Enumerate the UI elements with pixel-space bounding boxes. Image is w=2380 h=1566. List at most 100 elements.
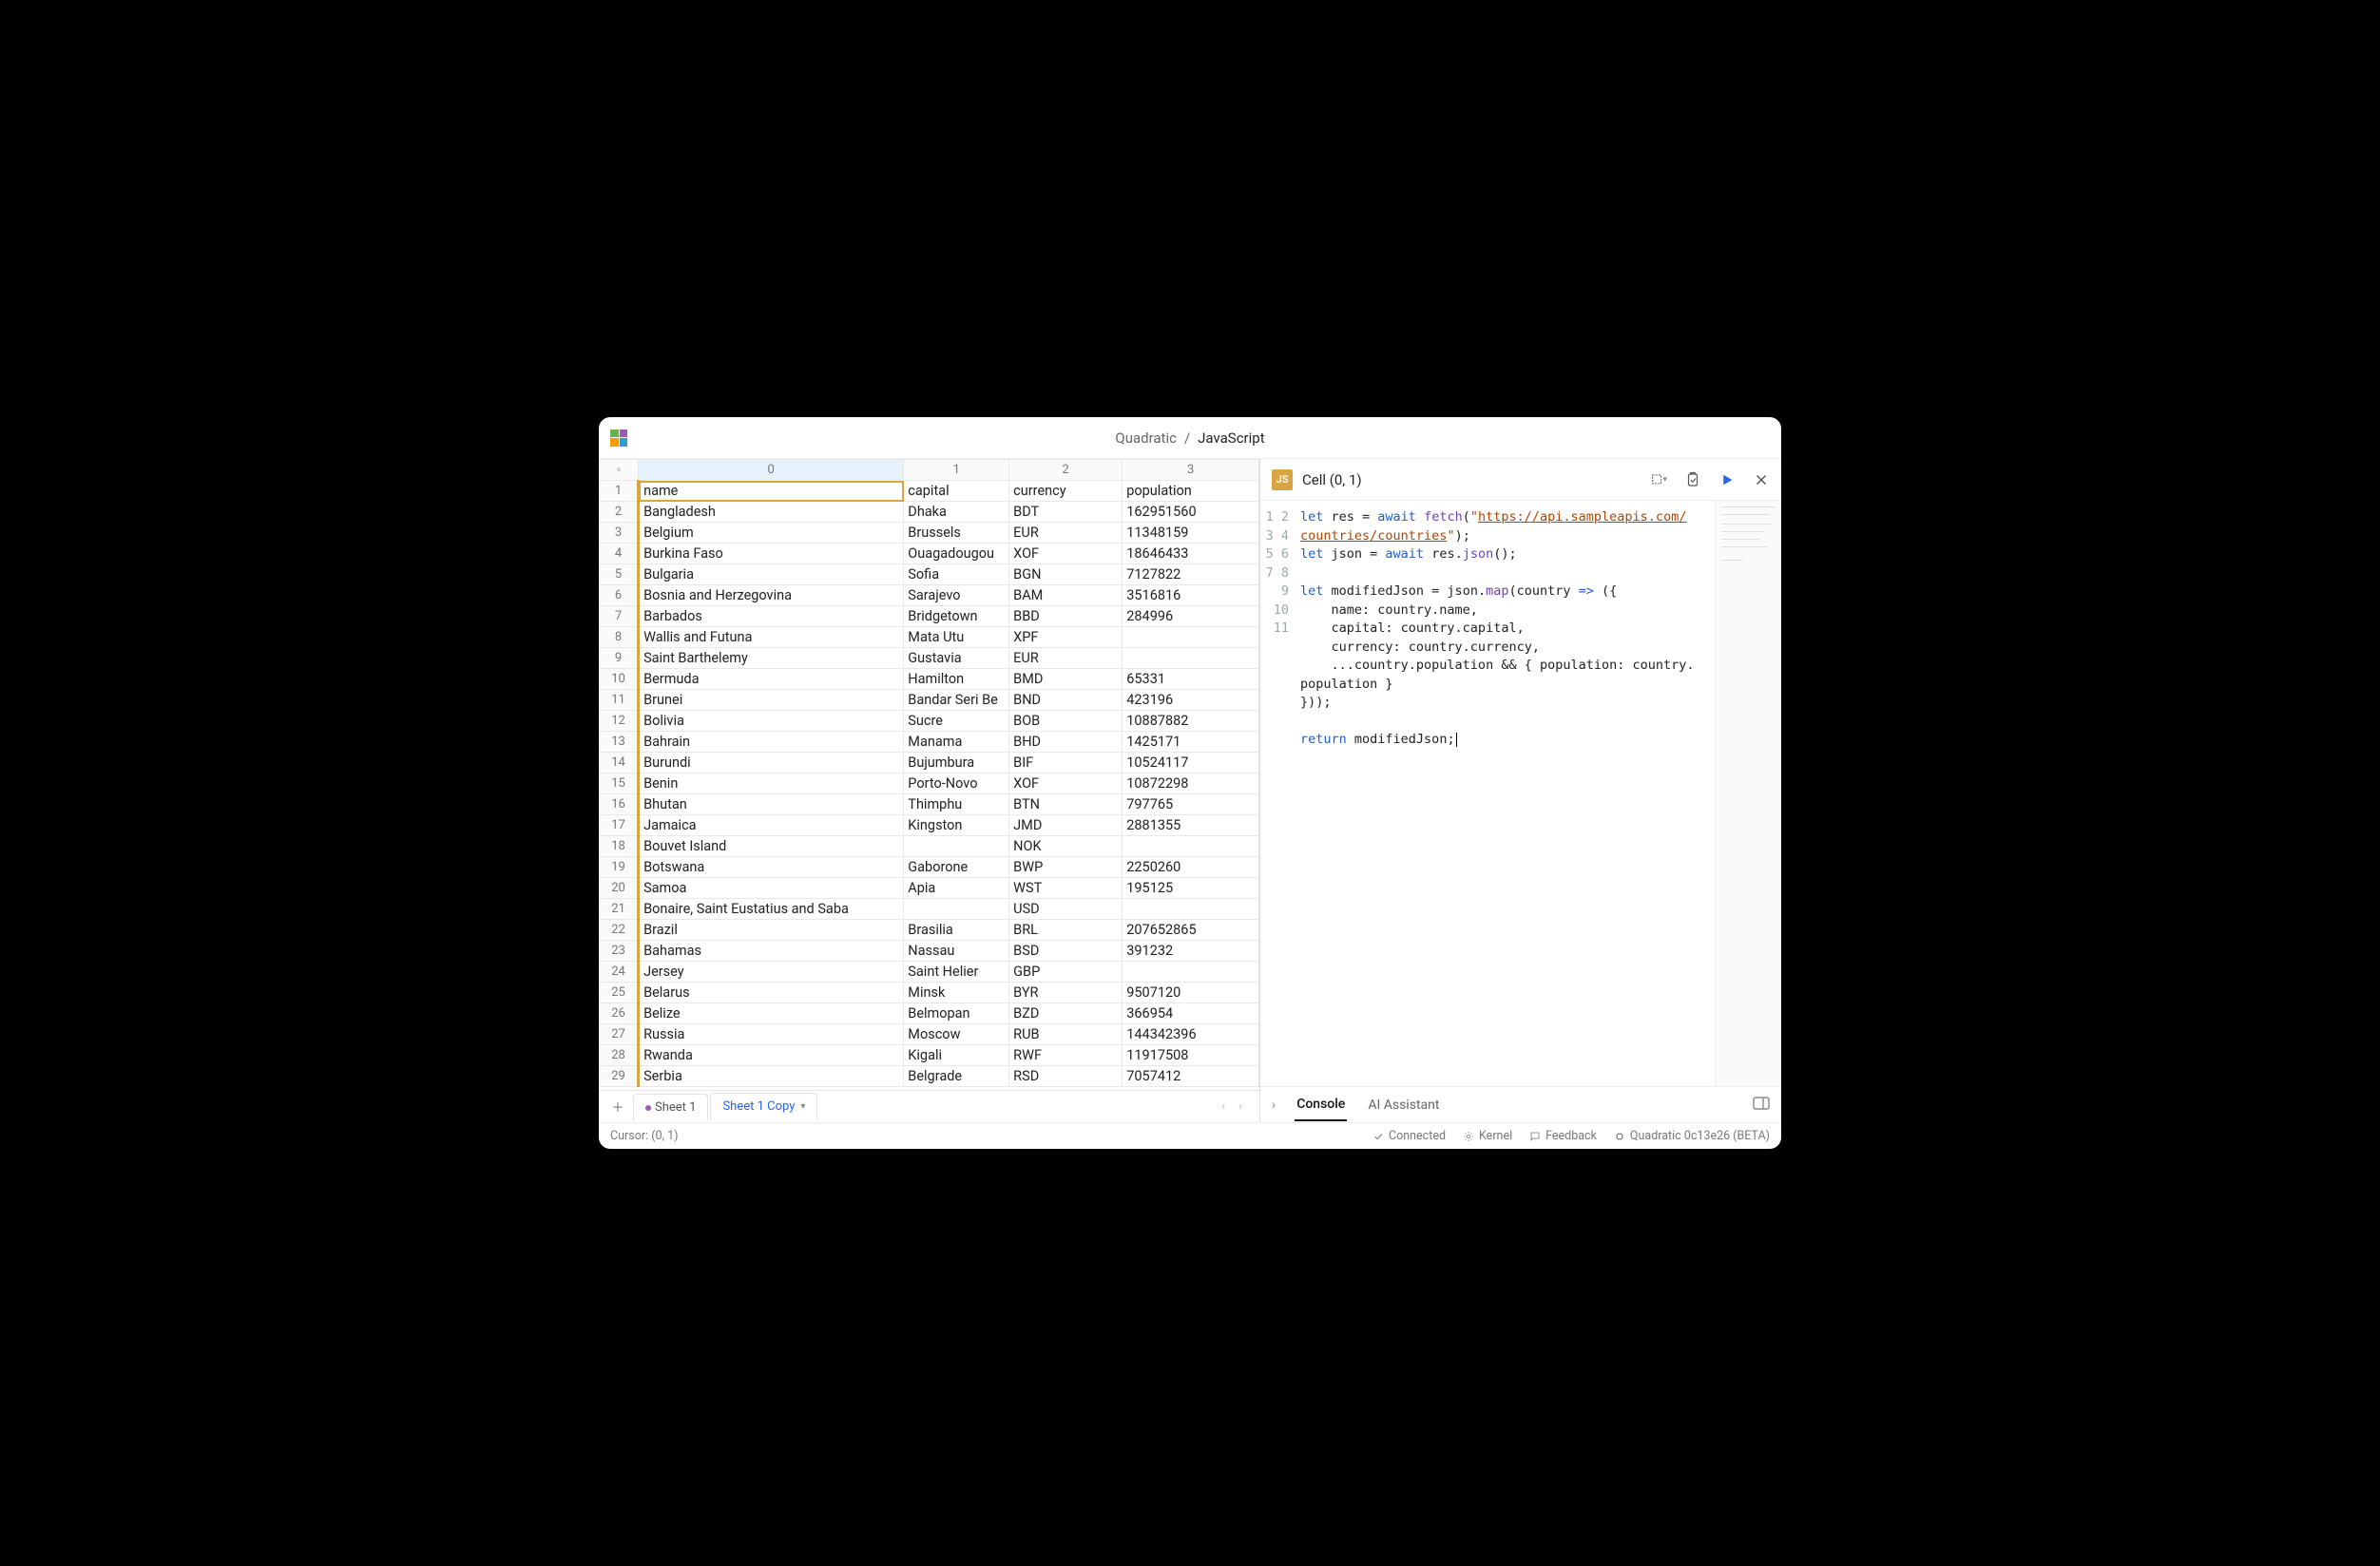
cell[interactable]: BOB [1009, 711, 1123, 732]
cell[interactable]: Bosnia and Herzegovina [639, 585, 904, 606]
cell[interactable]: BZD [1009, 1003, 1123, 1024]
cell[interactable]: Bujumbura [904, 753, 1009, 773]
cell[interactable]: 423196 [1123, 690, 1259, 711]
cell[interactable]: BHD [1009, 732, 1123, 753]
cell[interactable]: Belarus [639, 983, 904, 1003]
row-header[interactable]: 29 [600, 1066, 639, 1087]
row-header[interactable]: 27 [600, 1024, 639, 1045]
cell[interactable]: 144342396 [1123, 1024, 1259, 1045]
cell[interactable]: Brazil [639, 920, 904, 941]
cell[interactable]: NOK [1009, 836, 1123, 857]
cell[interactable]: Moscow [904, 1024, 1009, 1045]
cell[interactable]: 7057412 [1123, 1066, 1259, 1087]
cell[interactable]: Belmopan [904, 1003, 1009, 1024]
cell[interactable]: 207652865 [1123, 920, 1259, 941]
row-header[interactable]: 26 [600, 1003, 639, 1024]
cell[interactable]: population [1123, 481, 1259, 502]
console-tab[interactable]: Console [1295, 1089, 1347, 1121]
sheet-prev-button[interactable]: ‹ [1218, 1096, 1229, 1117]
cell[interactable]: 391232 [1123, 941, 1259, 962]
cell[interactable]: Saint Barthelemy [639, 648, 904, 669]
cell[interactable]: Benin [639, 773, 904, 794]
status-connected[interactable]: Connected [1372, 1129, 1446, 1143]
cell[interactable]: GBP [1009, 962, 1123, 983]
cell[interactable]: EUR [1009, 523, 1123, 544]
row-header[interactable]: 25 [600, 983, 639, 1003]
cell[interactable]: 3516816 [1123, 585, 1259, 606]
row-header[interactable]: 4 [600, 544, 639, 564]
row-header[interactable]: 3 [600, 523, 639, 544]
cell[interactable]: Thimphu [904, 794, 1009, 815]
cell[interactable]: Mata Utu [904, 627, 1009, 648]
sheet-tab-2[interactable]: Sheet 1 Copy▾ [710, 1093, 817, 1120]
row-header[interactable]: 8 [600, 627, 639, 648]
cell[interactable]: Bandar Seri Be [904, 690, 1009, 711]
cell[interactable]: Brussels [904, 523, 1009, 544]
cell[interactable]: RWF [1009, 1045, 1123, 1066]
cell[interactable]: Bulgaria [639, 564, 904, 585]
chevron-right-icon[interactable]: › [1272, 1098, 1276, 1113]
row-header[interactable]: 2 [600, 502, 639, 523]
col-header-1[interactable]: 1 [904, 460, 1009, 481]
row-header[interactable]: 24 [600, 962, 639, 983]
cell[interactable] [1123, 627, 1259, 648]
cell[interactable]: BDT [1009, 502, 1123, 523]
cell[interactable]: BYR [1009, 983, 1123, 1003]
cell[interactable]: 2881355 [1123, 815, 1259, 836]
row-header[interactable]: 12 [600, 711, 639, 732]
status-feedback[interactable]: Feedback [1529, 1129, 1597, 1143]
cell[interactable]: Brunei [639, 690, 904, 711]
cell[interactable]: Rwanda [639, 1045, 904, 1066]
cell[interactable]: 284996 [1123, 606, 1259, 627]
add-sheet-button[interactable]: ＋ [605, 1094, 631, 1120]
cell[interactable]: Kingston [904, 815, 1009, 836]
cell[interactable]: Belize [639, 1003, 904, 1024]
cell[interactable]: BND [1009, 690, 1123, 711]
minimap[interactable] [1715, 501, 1781, 1086]
cell[interactable]: Hamilton [904, 669, 1009, 690]
status-kernel[interactable]: Kernel [1463, 1129, 1512, 1143]
row-header[interactable]: 21 [600, 899, 639, 920]
cell[interactable]: Brasilia [904, 920, 1009, 941]
code-editor[interactable]: 1 2 3 4 5 6 7 8 9 10 11 let res = await … [1260, 501, 1781, 1086]
cell[interactable]: BTN [1009, 794, 1123, 815]
chevron-down-icon[interactable]: ▾ [800, 1101, 805, 1112]
cell[interactable]: 9507120 [1123, 983, 1259, 1003]
app-logo-icon[interactable] [610, 430, 627, 447]
cell[interactable]: Burundi [639, 753, 904, 773]
sheet-tab-1[interactable]: Sheet 1 [633, 1094, 708, 1120]
cell[interactable]: Bhutan [639, 794, 904, 815]
corner-cell[interactable]: ◦ [600, 460, 639, 481]
panel-toggle-icon[interactable] [1753, 1097, 1770, 1114]
cell[interactable]: EUR [1009, 648, 1123, 669]
cell[interactable]: Bahrain [639, 732, 904, 753]
cell[interactable]: XOF [1009, 773, 1123, 794]
cell[interactable] [904, 899, 1009, 920]
cell[interactable]: Saint Helier [904, 962, 1009, 983]
cell[interactable]: WST [1009, 878, 1123, 899]
row-header[interactable]: 28 [600, 1045, 639, 1066]
cell[interactable]: BSD [1009, 941, 1123, 962]
cell[interactable]: Bolivia [639, 711, 904, 732]
cell[interactable] [1123, 836, 1259, 857]
cell[interactable]: 11917508 [1123, 1045, 1259, 1066]
cell[interactable]: name [639, 481, 904, 502]
row-header[interactable]: 11 [600, 690, 639, 711]
cell[interactable]: BGN [1009, 564, 1123, 585]
cell[interactable]: 195125 [1123, 878, 1259, 899]
row-header[interactable]: 23 [600, 941, 639, 962]
cell[interactable]: Belgium [639, 523, 904, 544]
cell[interactable]: Bangladesh [639, 502, 904, 523]
sheet-next-button[interactable]: › [1235, 1096, 1246, 1117]
row-header[interactable]: 20 [600, 878, 639, 899]
cell[interactable]: Bahamas [639, 941, 904, 962]
row-header[interactable]: 16 [600, 794, 639, 815]
spreadsheet-grid[interactable]: ◦ 0 1 2 3 1namecapitalcurrencypopulation… [599, 459, 1259, 1087]
row-header[interactable]: 14 [600, 753, 639, 773]
cell[interactable]: Russia [639, 1024, 904, 1045]
cell[interactable]: Burkina Faso [639, 544, 904, 564]
cell[interactable]: Ouagadougou [904, 544, 1009, 564]
cell[interactable]: JMD [1009, 815, 1123, 836]
cell[interactable]: Sucre [904, 711, 1009, 732]
row-header[interactable]: 19 [600, 857, 639, 878]
